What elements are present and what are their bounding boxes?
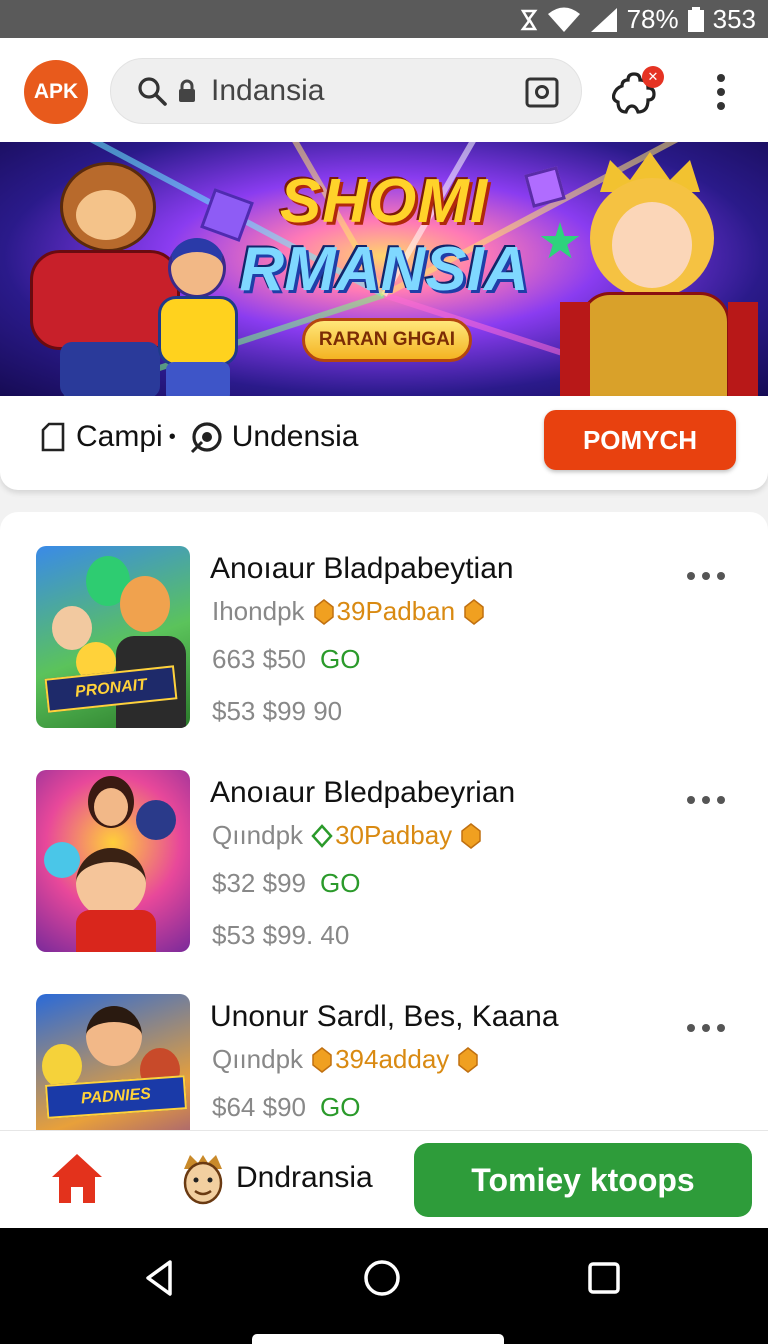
notification-badge: ✕: [642, 66, 664, 88]
list-item[interactable]: PADNIES Unonur Sardl, Bes, Kaana Qıındpk…: [0, 960, 768, 1132]
price-value: 663 $50: [212, 644, 306, 674]
app-thumbnail[interactable]: [36, 770, 190, 952]
go-badge[interactable]: GO: [320, 868, 360, 898]
price-row-2: $53 $99. 40: [212, 920, 350, 950]
coin-icon: [461, 822, 481, 849]
app-meta: Qıındpk 394adday: [212, 1044, 481, 1075]
developer-label: Ihondpk: [212, 596, 305, 626]
app-list: PRONAIT Anoıaur Bladpabeytian Ihondpk 39…: [0, 512, 768, 1132]
recents-icon[interactable]: [580, 1254, 628, 1302]
price-value: $32 $99: [212, 868, 306, 898]
search-icon: [138, 77, 167, 106]
category-label[interactable]: Campi: [76, 420, 163, 454]
app-logo[interactable]: APK: [24, 60, 88, 124]
reward-label: 39Padban: [336, 596, 456, 626]
home-icon[interactable]: [50, 1151, 104, 1205]
more-horiz-icon[interactable]: [686, 1022, 726, 1034]
clock: 353: [712, 4, 756, 34]
list-item[interactable]: PRONAIT Anoıaur Bladpabeytian Ihondpk 39…: [0, 512, 768, 728]
notification-button[interactable]: ✕: [612, 66, 664, 118]
nfc-icon: [520, 9, 538, 30]
developer-label: Qıındpk: [212, 820, 304, 850]
app-thumbnail[interactable]: PADNIES: [36, 994, 190, 1132]
app-meta: Qıındpk 30Padbay: [212, 820, 484, 851]
coin-icon: [464, 598, 484, 625]
price-row-1: $64 $90 GO: [212, 1092, 360, 1123]
more-horiz-icon[interactable]: [686, 570, 726, 582]
bottom-nav: Dndransia Tomiey ktoops: [0, 1130, 768, 1228]
target-icon: [190, 422, 222, 454]
system-nav-bar: [0, 1228, 768, 1344]
app-title[interactable]: Anoıaur Bladpabeytian: [210, 552, 514, 586]
go-badge[interactable]: GO: [320, 1092, 360, 1122]
back-icon[interactable]: [136, 1254, 184, 1302]
cta-button[interactable]: Tomiey ktoops: [414, 1143, 752, 1217]
developer-label: Qıındpk: [212, 1044, 304, 1074]
battery-percent: 78%: [626, 4, 679, 34]
price-row-1: $32 $99 GO: [212, 868, 360, 899]
info-card: Campi • Undensia POMYCH: [0, 396, 768, 490]
banner-tagline: RARAN GHGAI: [302, 318, 472, 362]
reward-label: 30Padbay: [335, 820, 453, 850]
separator-dot: •: [168, 425, 176, 448]
go-badge[interactable]: GO: [320, 644, 360, 674]
coin-icon: [458, 1046, 479, 1073]
app-title[interactable]: Unonur Sardl, Bes, Kaana: [210, 1000, 559, 1034]
nav-profile-label[interactable]: Dndransia: [236, 1161, 373, 1195]
home-circle-icon[interactable]: [358, 1254, 406, 1302]
signal-icon: [590, 7, 617, 32]
app-thumbnail[interactable]: PRONAIT: [36, 546, 190, 728]
lock-icon: [179, 79, 195, 102]
wifi-icon: [547, 7, 580, 32]
reward-label: 394adday: [335, 1044, 450, 1074]
list-item[interactable]: Anoıaur Bledpabeyrian Qıındpk 30Padbay $…: [0, 736, 768, 952]
more-vert-icon[interactable]: [706, 72, 736, 112]
region-label[interactable]: Undensia: [232, 420, 359, 454]
diamond-icon: [311, 823, 333, 848]
status-bar: 78% 353: [0, 0, 768, 38]
app-bar: APK Indansia ✕: [0, 38, 768, 142]
avatar-icon[interactable]: [180, 1153, 226, 1207]
battery-icon: [687, 6, 704, 32]
search-input[interactable]: Indansia: [211, 74, 324, 108]
camera-icon[interactable]: [525, 76, 559, 108]
more-horiz-icon[interactable]: [686, 794, 726, 806]
coin-icon: [313, 598, 334, 625]
primary-action-button[interactable]: POMYCH: [544, 410, 736, 470]
app-meta: Ihondpk 39Padban: [212, 596, 487, 627]
app-title[interactable]: Anoıaur Bledpabeyrian: [210, 776, 515, 810]
gesture-handle[interactable]: [252, 1334, 504, 1344]
search-bar[interactable]: Indansia: [110, 58, 582, 124]
price-row-2: $53 $99 90: [212, 696, 343, 726]
queen-character: [560, 152, 760, 396]
coin-icon: [312, 1046, 332, 1073]
price-value: $64 $90: [212, 1092, 306, 1122]
tag-icon: [41, 422, 65, 452]
price-row-1: 663 $50 GO: [212, 644, 360, 675]
promo-banner[interactable]: SHOMI RMANSIA RARAN GHGAI: [0, 142, 768, 396]
